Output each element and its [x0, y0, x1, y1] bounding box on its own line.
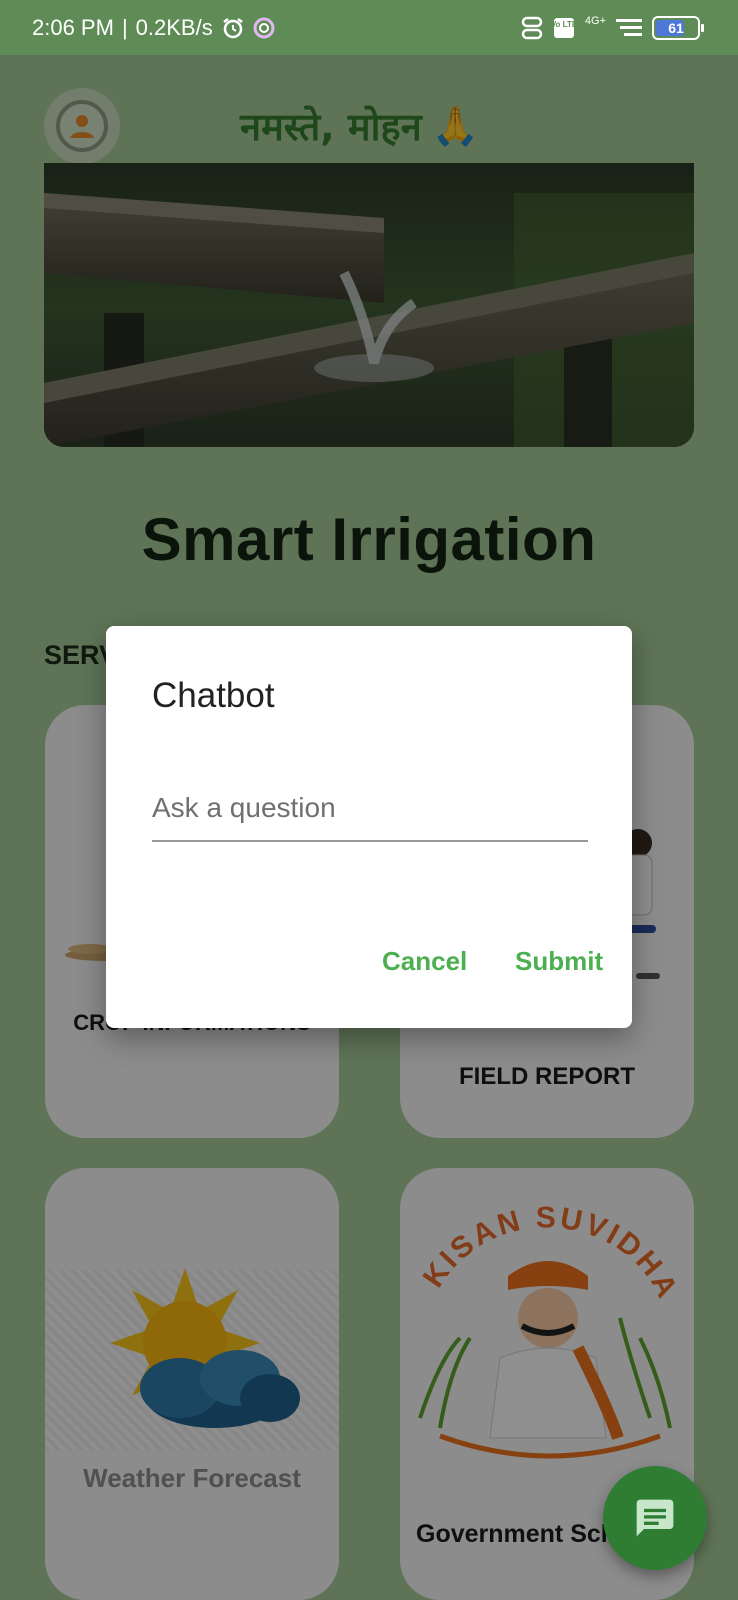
status-speed: 0.2KB/s: [135, 15, 213, 40]
alarm-icon: [221, 16, 245, 40]
svg-text:Vo LTE: Vo LTE: [553, 20, 575, 29]
status-bar: 2:06 PM | 0.2KB/s Vo LTE 4G+ 61: [0, 0, 738, 55]
submit-button[interactable]: Submit: [515, 946, 603, 977]
home-screen: 2:06 PM | 0.2KB/s Vo LTE 4G+ 61: [0, 0, 738, 1600]
battery-icon: 61: [652, 15, 704, 40]
signal-icon: [616, 17, 642, 39]
app-notification-icon: [253, 17, 275, 39]
cancel-button[interactable]: Cancel: [382, 946, 467, 977]
status-time: 2:06 PM: [32, 15, 114, 40]
status-separator: |: [121, 15, 128, 40]
network-type: 4G+: [584, 15, 606, 27]
link-icon: [521, 16, 543, 40]
volte-icon: Vo LTE: [553, 17, 575, 39]
question-input[interactable]: [152, 776, 588, 842]
chatbot-dialog: Chatbot Cancel Submit: [106, 626, 632, 1028]
battery-level: 61: [668, 19, 684, 36]
chat-icon: [636, 1499, 674, 1537]
dialog-title: Chatbot: [152, 676, 275, 715]
chat-fab-button[interactable]: [603, 1466, 707, 1570]
